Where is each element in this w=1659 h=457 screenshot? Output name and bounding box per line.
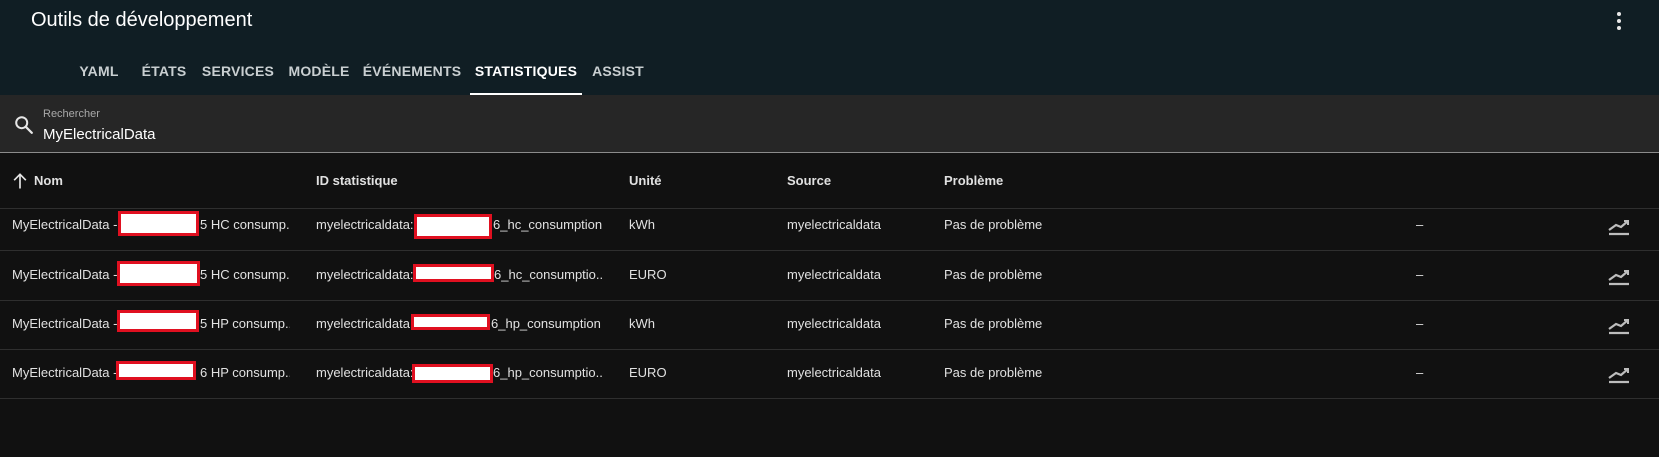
- tab-bar: YAML États Services Modèle Événements St…: [0, 50, 1659, 95]
- redaction-box: [117, 310, 199, 332]
- developer-tools-page: Outils de développement YAML États Servi…: [0, 0, 1659, 457]
- row-issue: Pas de problème: [944, 316, 1043, 331]
- row-name-prefix: MyElectricalData - 1: [12, 316, 129, 331]
- row-name-prefix: MyElectricalData - 1: [12, 217, 129, 232]
- row-id-suffix: 6_hp_consumptio...: [493, 365, 603, 380]
- redaction-box: [118, 211, 199, 236]
- tab-statistics[interactable]: Statistiques: [470, 50, 582, 95]
- row-id-prefix: myelectricaldata:1: [316, 365, 421, 380]
- table-row[interactable]: MyElectricalData - 1 5 HP consump... mye…: [0, 298, 1659, 350]
- row-name-prefix: MyElectricalData - 1: [12, 267, 129, 282]
- row-id-suffix: 6_hp_consumption: [491, 316, 601, 331]
- tab-yaml[interactable]: YAML: [70, 50, 128, 95]
- row-extra: –: [1416, 217, 1424, 232]
- redaction-box: [413, 264, 494, 282]
- row-id-prefix: myelectricaldata:1: [316, 217, 421, 232]
- magnify-icon: [15, 116, 33, 134]
- row-issue: Pas de problème: [944, 267, 1043, 282]
- redaction-box: [116, 361, 196, 380]
- top-app-bar: Outils de développement YAML États Servi…: [0, 0, 1659, 95]
- row-name-suffix: 5 HC consump...: [200, 267, 290, 282]
- row-issue: Pas de problème: [944, 217, 1043, 232]
- dots-vertical-icon[interactable]: [1612, 10, 1626, 32]
- row-id-suffix: 6_hc_consumption: [493, 217, 603, 232]
- redaction-box: [412, 364, 493, 383]
- redaction-box: [411, 314, 490, 330]
- row-source: myelectricaldata: [787, 267, 881, 282]
- search-label: Rechercher: [43, 108, 100, 120]
- row-extra: –: [1416, 267, 1424, 282]
- row-name-suffix: 6 HP consump...: [200, 365, 290, 380]
- search-field[interactable]: Rechercher: [0, 95, 1659, 153]
- row-name-suffix: 5 HP consump...: [200, 316, 290, 331]
- row-unit: EURO: [629, 365, 667, 380]
- search-input[interactable]: [43, 123, 1603, 145]
- page-title: Outils de développement: [31, 9, 253, 31]
- chart-line-icon[interactable]: [1606, 360, 1632, 386]
- row-source: myelectricaldata: [787, 365, 881, 380]
- table-row[interactable]: MyElectricalData - 1 5 HC consump... mye…: [0, 249, 1659, 301]
- redaction-box: [117, 261, 200, 286]
- row-id-prefix: myelectricaldata:1: [316, 267, 421, 282]
- row-source: myelectricaldata: [787, 217, 881, 232]
- table-row[interactable]: MyElectricalData - 1 6 HP consump... mye…: [0, 347, 1659, 399]
- row-unit: kWh: [629, 217, 655, 232]
- tab-assist[interactable]: Assist: [588, 50, 648, 95]
- tab-states[interactable]: États: [136, 50, 192, 95]
- arrow-up-icon[interactable]: [10, 171, 30, 191]
- chart-line-icon[interactable]: [1606, 311, 1632, 337]
- row-name-suffix: 5 HC consump...: [200, 217, 290, 232]
- row-extra: –: [1416, 316, 1424, 331]
- tab-template[interactable]: Modèle: [284, 50, 354, 95]
- chart-line-icon[interactable]: [1606, 262, 1632, 288]
- table-row[interactable]: MyElectricalData - 1 5 HC consump... mye…: [0, 199, 1659, 251]
- row-name-prefix: MyElectricalData - 1: [12, 365, 129, 380]
- tab-events[interactable]: Événements: [362, 50, 462, 95]
- row-id-prefix: myelectricaldata:1: [316, 316, 421, 331]
- row-id-suffix: 6_hc_consumptio...: [494, 267, 604, 282]
- row-source: myelectricaldata: [787, 316, 881, 331]
- tab-services[interactable]: Services: [200, 50, 276, 95]
- row-extra: –: [1416, 365, 1424, 380]
- row-issue: Pas de problème: [944, 365, 1043, 380]
- chart-line-icon[interactable]: [1606, 212, 1632, 238]
- row-unit: EURO: [629, 267, 667, 282]
- redaction-box: [414, 214, 492, 239]
- row-unit: kWh: [629, 316, 655, 331]
